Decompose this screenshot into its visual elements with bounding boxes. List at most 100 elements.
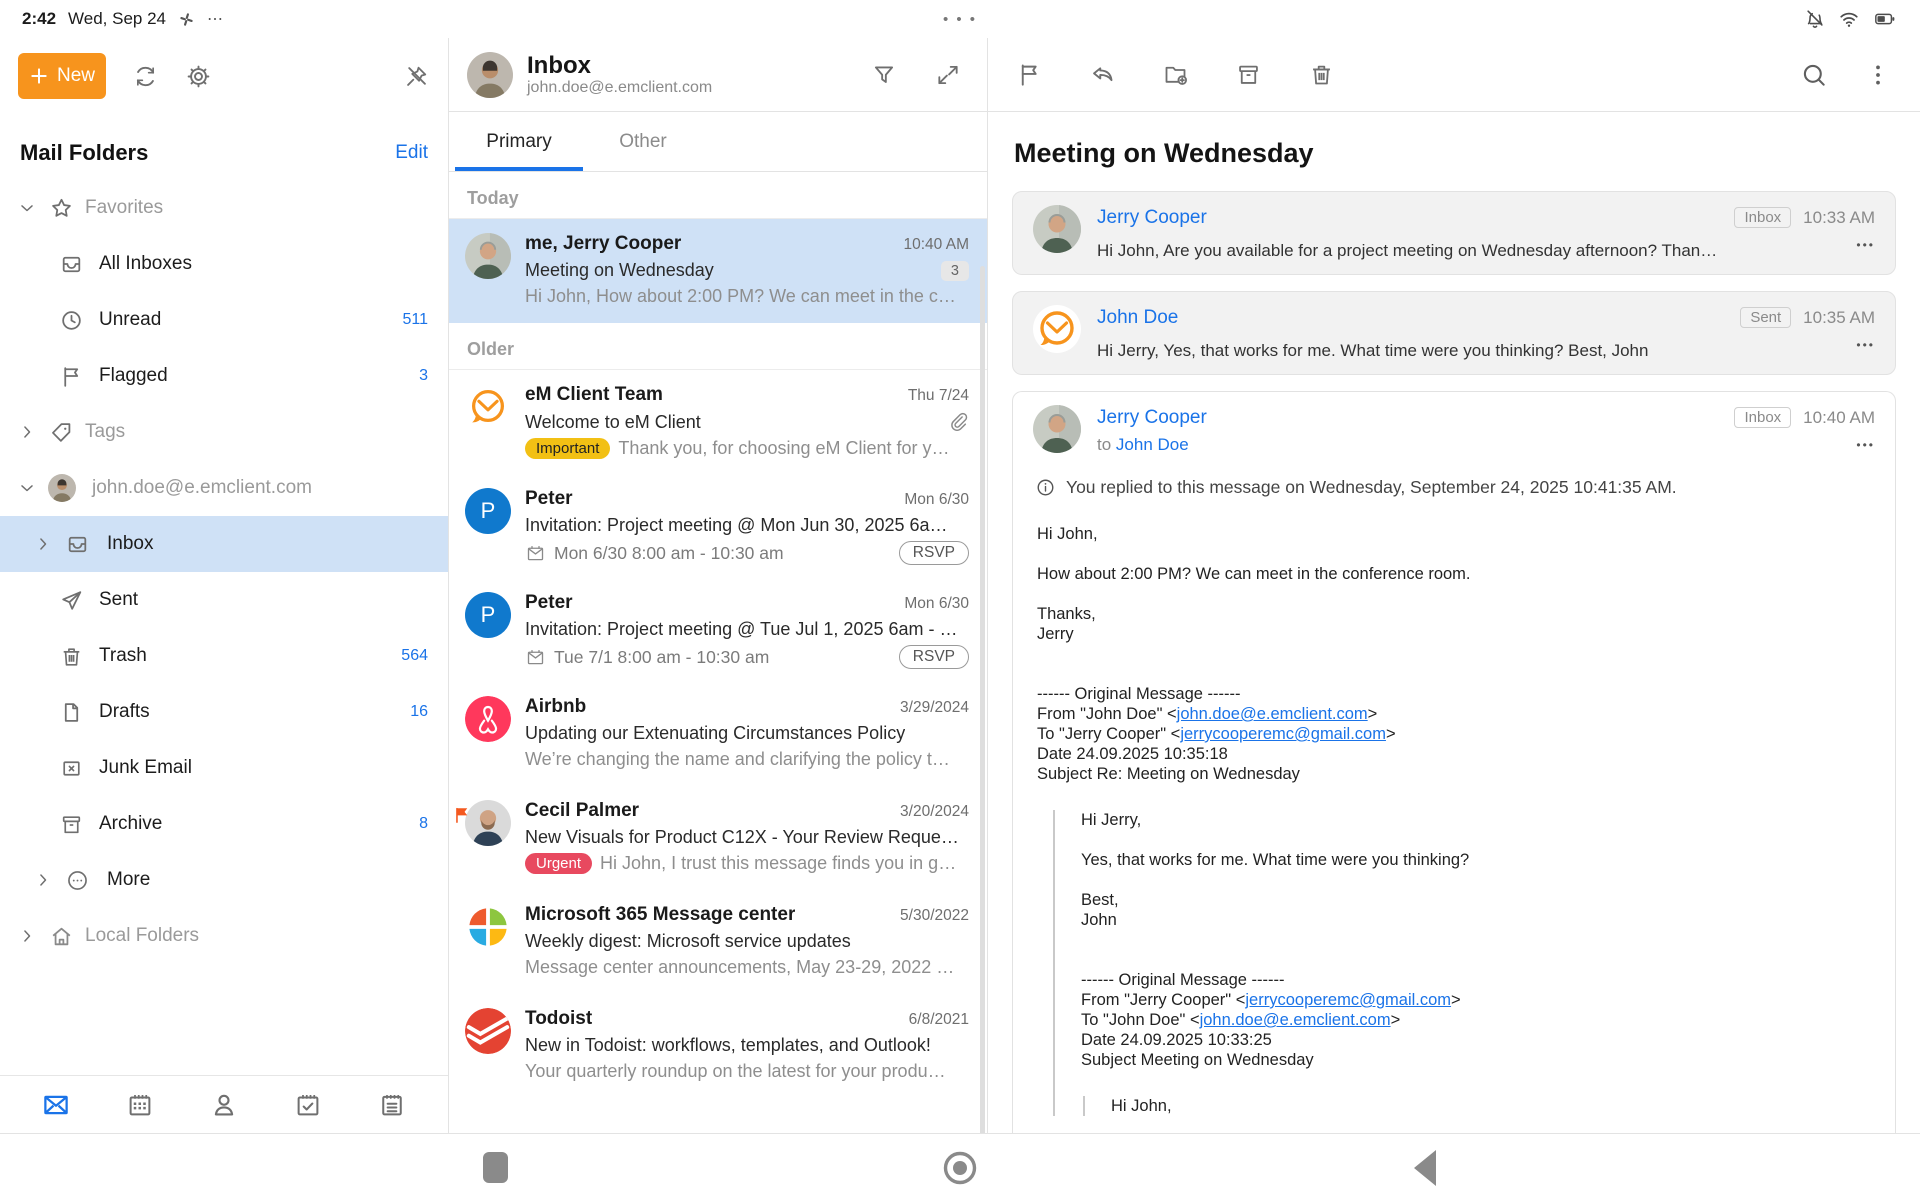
calendar-invite-icon [525, 543, 546, 564]
new-button[interactable]: New [18, 53, 106, 99]
event-time: Tue 7/1 8:00 am - 10:30 am [554, 647, 769, 668]
document-icon [59, 700, 84, 725]
sidebar-item-trash[interactable]: Trash 564 [0, 628, 448, 684]
home-icon [49, 924, 74, 949]
archive-icon[interactable] [1235, 61, 1262, 88]
email-preview: Hi John, I trust this message finds you … [600, 853, 956, 874]
body-line: Thanks, [1037, 604, 1873, 624]
email-subject: Updating our Extenuating Circumstances P… [525, 723, 905, 744]
message-menu-icon[interactable]: ••• [1856, 238, 1875, 252]
message-card-collapsed-1[interactable]: Jerry Cooper Hi John, Are you available … [1012, 191, 1896, 275]
more-options-kebab-icon[interactable] [1864, 61, 1892, 89]
tab-primary[interactable]: Primary [455, 112, 583, 171]
sidebar-group-favorites[interactable]: Favorites [0, 180, 448, 236]
emclient-app-window: 2:42 Wed, Sep 24 ⋯ • • • New [0, 0, 1920, 1200]
email-row-welcome[interactable]: eM Client TeamThu 7/24 Welcome to eM Cli… [449, 370, 987, 474]
email-row-invitation-jun30[interactable]: P PeterMon 6/30 Invitation: Project meet… [449, 474, 987, 578]
back-button[interactable] [1414, 1150, 1436, 1186]
message-menu-icon[interactable]: ••• [1856, 438, 1875, 452]
reply-icon[interactable] [1089, 61, 1116, 88]
sidebar-group-account[interactable]: john.doe@e.emclient.com [0, 460, 448, 516]
calendar-module-icon[interactable] [125, 1090, 155, 1120]
unpin-sidebar-icon[interactable] [403, 63, 430, 90]
email-subject: New Visuals for Product C12X - Your Revi… [525, 827, 959, 848]
avatar [1033, 405, 1081, 453]
settings-gear-icon[interactable] [185, 63, 212, 90]
home-button[interactable] [941, 1149, 979, 1187]
thread-count-badge: 3 [941, 261, 969, 281]
quote-line: Best, [1081, 890, 1873, 910]
sync-icon[interactable] [132, 63, 159, 90]
sidebar-item-inbox[interactable]: Inbox [0, 516, 448, 572]
message-snippet: Hi Jerry, Yes, that works for me. What t… [1097, 341, 1724, 361]
sidebar-item-unread[interactable]: Unread 511 [0, 292, 448, 348]
sender-name-link[interactable]: John Doe [1097, 307, 1724, 329]
rsvp-button[interactable]: RSVP [899, 541, 969, 565]
message-menu-icon[interactable]: ••• [1856, 338, 1875, 352]
email-preview: Thank you, for choosing eM Client for y… [618, 438, 949, 459]
sender-name-link[interactable]: Jerry Cooper [1097, 407, 1718, 429]
expanded-message-header[interactable]: Jerry Cooper to John Doe Inbox 10:40 AM … [1033, 405, 1875, 455]
sidebar-group-tags[interactable]: Tags [0, 404, 448, 460]
quote-line: John [1081, 910, 1873, 930]
status-time: 2:42 [22, 9, 56, 29]
chevron-right-icon [17, 926, 37, 946]
group-label: Favorites [85, 197, 163, 219]
email-row-cecil-palmer[interactable]: Cecil Palmer3/20/2024 New Visuals for Pr… [449, 786, 987, 890]
sidebar-item-junk[interactable]: Junk Email [0, 740, 448, 796]
contacts-module-icon[interactable] [209, 1090, 239, 1120]
trash-icon [59, 644, 84, 669]
email-subject: Invitation: Project meeting @ Mon Jun 30… [525, 515, 948, 536]
module-switcher [0, 1075, 448, 1133]
sender-name-link[interactable]: Jerry Cooper [1097, 207, 1718, 229]
email-address-link[interactable]: john.doe@e.emclient.com [1200, 1011, 1391, 1029]
email-row-airbnb[interactable]: Airbnb3/29/2024 Updating our Extenuating… [449, 682, 987, 786]
airbnb-logo-avatar [465, 696, 511, 742]
recents-button[interactable] [483, 1152, 508, 1183]
email-time: 3/29/2024 [890, 699, 969, 717]
sidebar-item-sent[interactable]: Sent [0, 572, 448, 628]
email-sender: Cecil Palmer [525, 800, 639, 822]
tasks-module-icon[interactable] [293, 1090, 323, 1120]
item-label: Inbox [107, 533, 153, 555]
flag-message-icon[interactable] [1016, 61, 1043, 88]
email-row-meeting-on-wednesday[interactable]: me, Jerry Cooper10:40 AM Meeting on Wedn… [449, 219, 987, 323]
list-scrollbar[interactable] [980, 266, 985, 1156]
sidebar-item-archive[interactable]: Archive 8 [0, 796, 448, 852]
expand-panel-icon[interactable] [935, 62, 961, 88]
sidebar-item-flagged[interactable]: Flagged 3 [0, 348, 448, 404]
group-label: Tags [85, 421, 125, 443]
email-address-link[interactable]: jerrycooperemc@gmail.com [1180, 725, 1386, 743]
tab-other[interactable]: Other [583, 112, 703, 171]
notes-module-icon[interactable] [377, 1090, 407, 1120]
email-row-invitation-jul1[interactable]: P PeterMon 6/30 Invitation: Project meet… [449, 578, 987, 682]
filter-funnel-icon[interactable] [871, 62, 897, 88]
email-preview: Hi John, How about 2:00 PM? We can meet … [525, 286, 956, 307]
message-card-expanded: Jerry Cooper to John Doe Inbox 10:40 AM … [1012, 391, 1896, 1133]
more-circle-icon [65, 868, 90, 893]
email-address-link[interactable]: jerrycooperemc@gmail.com [1245, 991, 1451, 1009]
email-row-microsoft[interactable]: Microsoft 365 Message center5/30/2022 We… [449, 890, 987, 994]
message-time: 10:35 AM [1803, 308, 1875, 328]
recipient-name-link[interactable]: John Doe [1116, 435, 1189, 454]
mail-module-icon[interactable] [41, 1090, 71, 1120]
star-icon [49, 196, 74, 221]
sidebar-group-local-folders[interactable]: Local Folders [0, 908, 448, 964]
search-icon[interactable] [1800, 61, 1828, 89]
sidebar-item-more[interactable]: More [0, 852, 448, 908]
delete-icon[interactable] [1308, 61, 1335, 88]
sidebar-item-drafts[interactable]: Drafts 16 [0, 684, 448, 740]
rsvp-button[interactable]: RSVP [899, 645, 969, 669]
email-address-link[interactable]: john.doe@e.emclient.com [1177, 705, 1368, 723]
move-to-folder-icon[interactable] [1162, 61, 1189, 88]
email-row-todoist[interactable]: Todoist6/8/2021 New in Todoist: workflow… [449, 994, 987, 1098]
mail-folders-sidebar: New Mail Folders Edit Favorites All Inbo… [0, 38, 449, 1133]
message-card-collapsed-2[interactable]: John Doe Hi Jerry, Yes, that works for m… [1012, 291, 1896, 375]
account-avatar [467, 52, 513, 98]
archive-box-icon [59, 812, 84, 837]
sidebar-item-all-inboxes[interactable]: All Inboxes [0, 236, 448, 292]
edit-folders-link[interactable]: Edit [395, 142, 428, 164]
list-title: Inbox [527, 53, 712, 79]
email-time: 10:40 AM [894, 236, 970, 254]
slack-notification-icon [178, 11, 195, 28]
